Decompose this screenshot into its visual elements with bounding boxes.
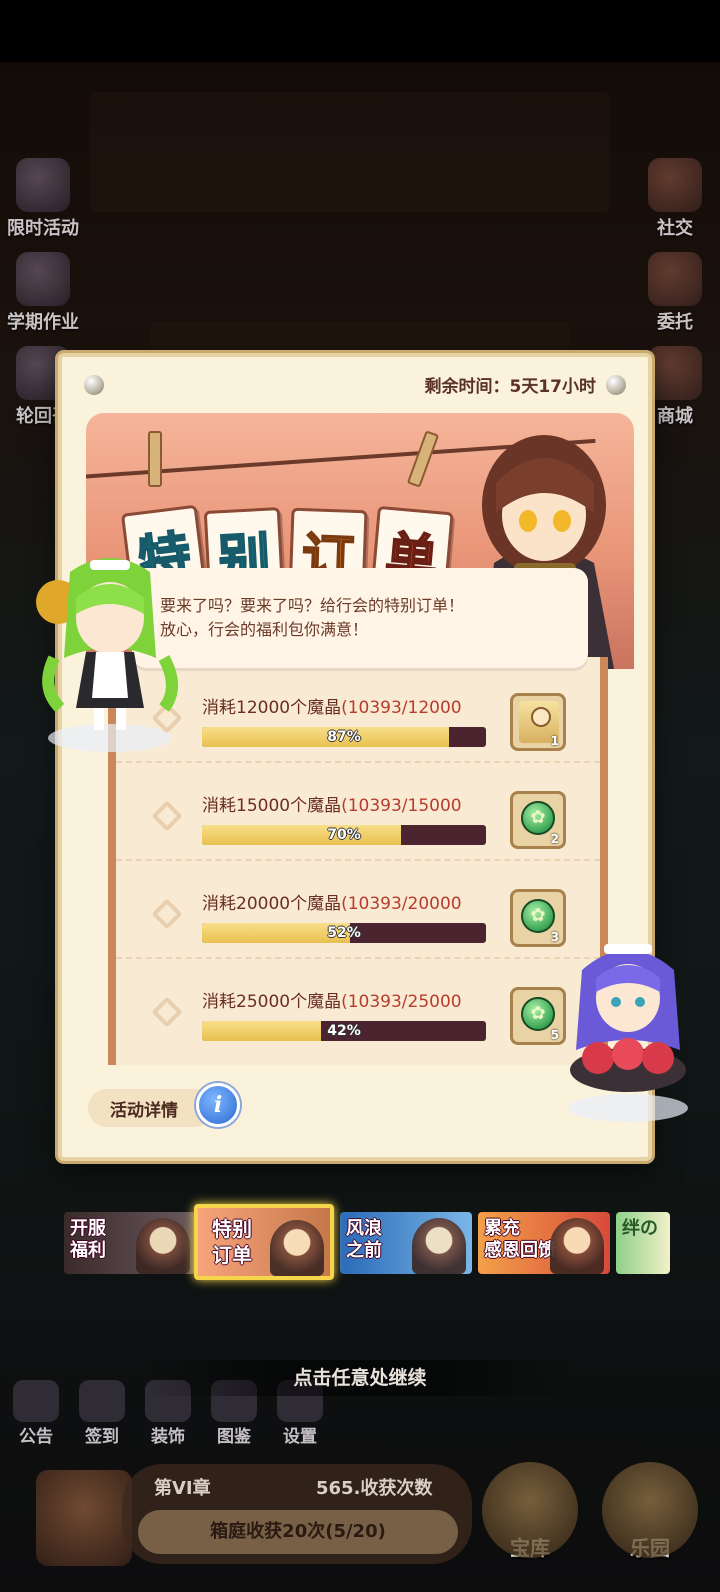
task-progress: (10393/15000 [341, 796, 462, 816]
remaining-time: 剩余时间：5天17小时 [424, 377, 597, 397]
homework-button[interactable]: 学期作业 [0, 252, 86, 334]
swirl-portal-icon [602, 1462, 698, 1558]
purple-hair-maid-character [568, 944, 688, 1122]
tab-before-storm[interactable]: 风浪 之前 [340, 1212, 472, 1274]
reward-slot[interactable]: 2 [510, 791, 566, 849]
tab-launch-bonus[interactable]: 开服 福利 [64, 1212, 196, 1274]
task-title: 消耗15000个魔晶 [202, 796, 342, 816]
event-details-button[interactable]: 活动详情 [88, 1089, 214, 1127]
reward-count: 2 [550, 832, 559, 846]
pin-icon [84, 375, 104, 395]
green-coin-icon [521, 899, 555, 933]
diamond-icon [151, 898, 183, 930]
social-icon [648, 158, 702, 212]
commission-button[interactable]: 委托 [630, 252, 720, 334]
remaining-time-value: 5天17小时 [509, 377, 597, 397]
progress-percent: 52% [327, 925, 361, 941]
progress-bar: 52% [202, 923, 486, 943]
progress-percent: 42% [327, 1023, 361, 1039]
status-bar [0, 0, 720, 62]
tab-character-icon [136, 1218, 190, 1274]
task-title: 消耗25000个魔晶 [202, 992, 342, 1012]
task-row: 消耗20000个魔晶(10393/20000 52% 3 [116, 861, 600, 959]
limited-event-button[interactable]: 限时活动 [0, 158, 86, 240]
shop-icon [648, 346, 702, 400]
green-coin-icon [521, 801, 555, 835]
green-hair-maid-character [36, 558, 178, 752]
clothespin-icon [148, 431, 162, 487]
diamond-icon [151, 800, 183, 832]
progress-bar: 87% [202, 727, 486, 747]
tab-bond[interactable]: 绊の [616, 1212, 670, 1274]
task-progress: (10393/12000 [341, 698, 462, 718]
scroll-icon [16, 252, 70, 306]
tab-character-icon [550, 1218, 604, 1274]
reward-slot[interactable]: 1 [510, 693, 566, 751]
task-row: 消耗15000个魔晶(10393/15000 70% 2 [116, 763, 600, 861]
limited-event-icon [16, 158, 70, 212]
progress-bar: 42% [202, 1021, 486, 1041]
tap-to-continue-hint[interactable]: 点击任意处继续 [0, 1360, 720, 1396]
tab-special-order[interactable]: 特别 订单 [194, 1204, 334, 1280]
task-title: 消耗12000个魔晶 [202, 698, 342, 718]
speech-bubble: 要来了吗？要来了吗？给行会的特别订单！ 放心，行会的福利包你满意！ [132, 568, 588, 668]
event-tab-bar: 开服 福利 风浪 之前 累充 感恩回馈 绊の 特别 订单 [64, 1204, 670, 1280]
progress-percent: 87% [327, 729, 361, 745]
tab-recharge-reward[interactable]: 累充 感恩回馈 [478, 1212, 610, 1274]
harvest-count: 565.收获次数 [316, 1478, 433, 1499]
task-progress: (10393/25000 [341, 992, 462, 1012]
info-icon[interactable]: i [196, 1083, 240, 1127]
treasure-chest-icon [482, 1462, 578, 1558]
task-row: 消耗25000个魔晶(10393/25000 42% 5 [116, 959, 600, 1057]
chapter-task: 箱庭收获20次(5/20) [138, 1510, 458, 1554]
park-button[interactable]: 乐园 [600, 1462, 700, 1582]
vault-button[interactable]: 宝库 [480, 1462, 580, 1582]
reward-count: 1 [550, 734, 559, 748]
tab-character-icon [412, 1218, 466, 1274]
chapter-panel[interactable]: 第VI章 565.收获次数 箱庭收获20次(5/20) [36, 1464, 472, 1574]
commission-icon [648, 252, 702, 306]
social-button[interactable]: 社交 [630, 158, 720, 240]
task-title: 消耗20000个魔晶 [202, 894, 342, 914]
chapter-title: 第VI章 [154, 1478, 211, 1499]
clothespin-icon [406, 430, 440, 488]
chapter-book-icon [36, 1470, 132, 1566]
tab-character-icon [270, 1220, 324, 1276]
progress-percent: 70% [327, 827, 361, 843]
pin-icon [606, 375, 626, 395]
progress-bar: 70% [202, 825, 486, 845]
diamond-icon [151, 996, 183, 1028]
task-progress: (10393/20000 [341, 894, 462, 914]
